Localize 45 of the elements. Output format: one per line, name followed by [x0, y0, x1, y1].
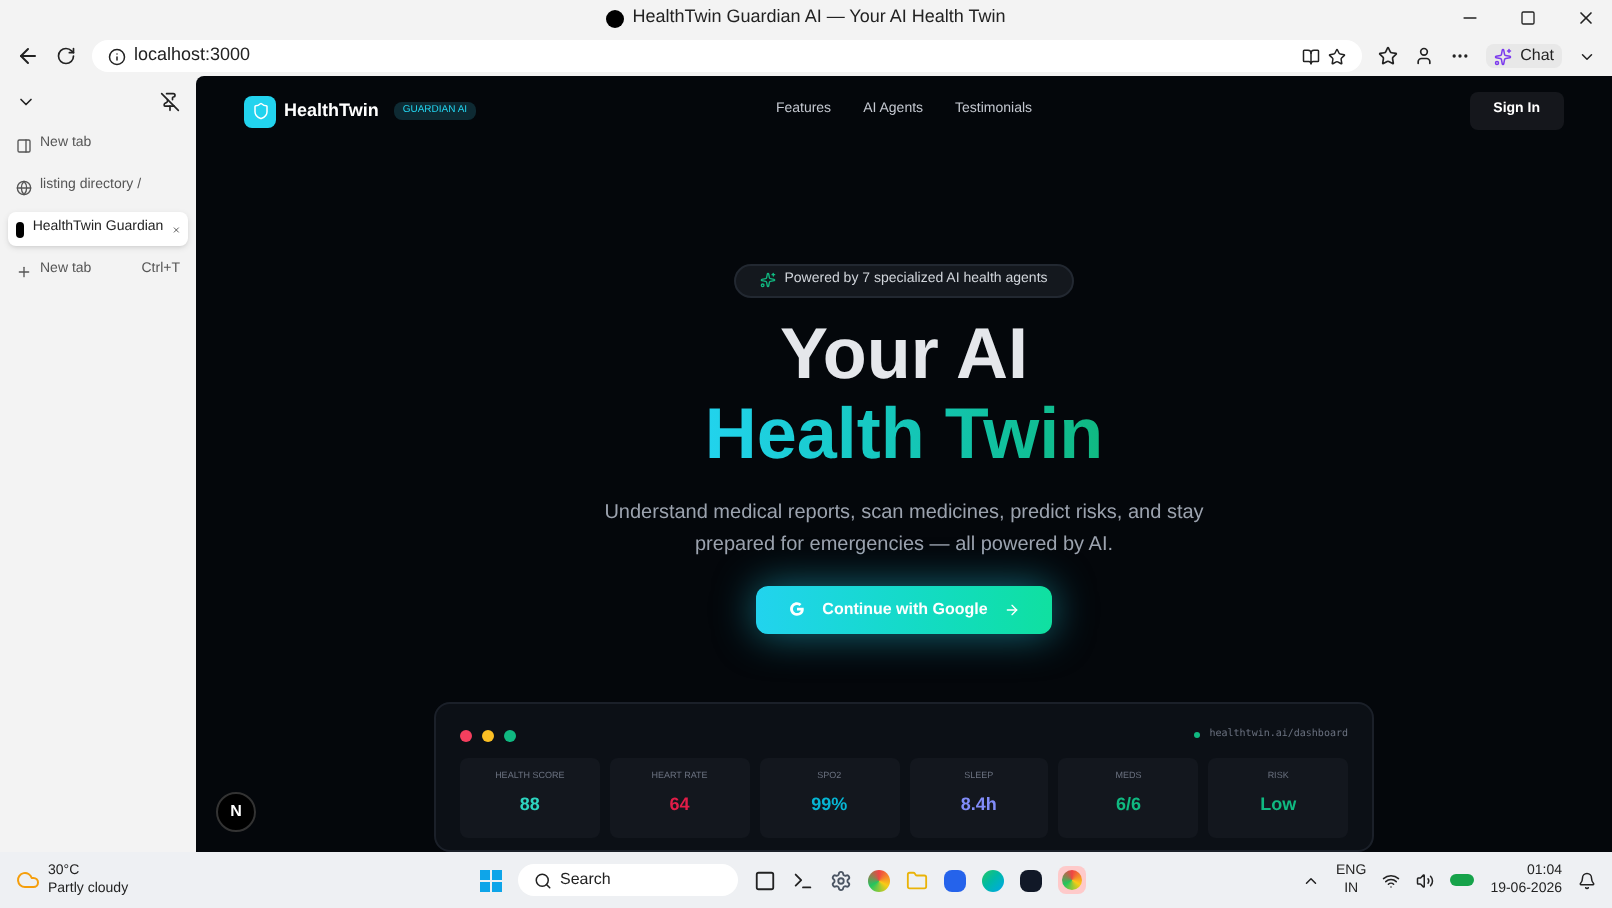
page-icon [16, 137, 32, 153]
sparkle-icon [1494, 47, 1513, 65]
settings-icon[interactable] [830, 869, 852, 891]
wifi-icon[interactable] [1382, 871, 1401, 889]
google-icon [788, 600, 807, 619]
brand-name: HealthTwin [284, 97, 379, 124]
taskbar-search-field[interactable]: Search [518, 864, 738, 896]
volume-icon[interactable] [1416, 871, 1435, 889]
arrow-right-icon [1003, 601, 1020, 618]
dev-badge[interactable]: N [216, 792, 256, 832]
battery-icon[interactable] [1450, 874, 1475, 886]
back-icon[interactable] [16, 44, 40, 68]
close-tab-icon[interactable] [171, 221, 180, 237]
start-icon[interactable] [480, 869, 502, 891]
chat-button[interactable]: Chat [1486, 44, 1562, 68]
task-view-icon[interactable] [754, 869, 776, 891]
headline: Your AI [780, 313, 1028, 394]
close-icon[interactable] [1576, 8, 1596, 28]
unpin-icon[interactable] [160, 92, 180, 112]
stat-value: 88 [519, 792, 540, 819]
stat-value: 99% [811, 792, 848, 819]
stat-value: 6/6 [1115, 792, 1141, 819]
subtitle: Understand medical reports, scan medicines, predict risks, and stay prepared for emergencies — all powered by AI. [602, 499, 1206, 560]
plus-icon [16, 263, 32, 279]
reload-icon[interactable] [56, 46, 76, 66]
profile-icon[interactable] [1414, 46, 1435, 66]
favorite-icon[interactable] [1328, 47, 1347, 65]
notification-icon[interactable] [1578, 871, 1596, 889]
app-icon[interactable] [1020, 869, 1042, 891]
reader-icon[interactable] [1302, 47, 1321, 65]
stat-value: 64 [669, 792, 690, 819]
maximize-icon[interactable] [1520, 10, 1536, 26]
window-title: HealthTwin Guardian AI — Your AI Health Twin [632, 4, 1006, 31]
stat-value: 8.4h [960, 792, 997, 819]
sparkle-icon [760, 272, 777, 289]
globe-icon [16, 179, 32, 195]
brand-logo[interactable] [244, 95, 276, 128]
favicon-icon [16, 221, 25, 237]
address-field[interactable]: localhost:3000 [92, 40, 1363, 72]
stat-value: Low [1260, 792, 1297, 819]
info-icon [108, 47, 126, 65]
favorites-icon[interactable] [1378, 46, 1399, 66]
search-icon [534, 871, 552, 889]
terminal-icon[interactable] [792, 869, 814, 891]
app-logo-icon [606, 9, 625, 27]
